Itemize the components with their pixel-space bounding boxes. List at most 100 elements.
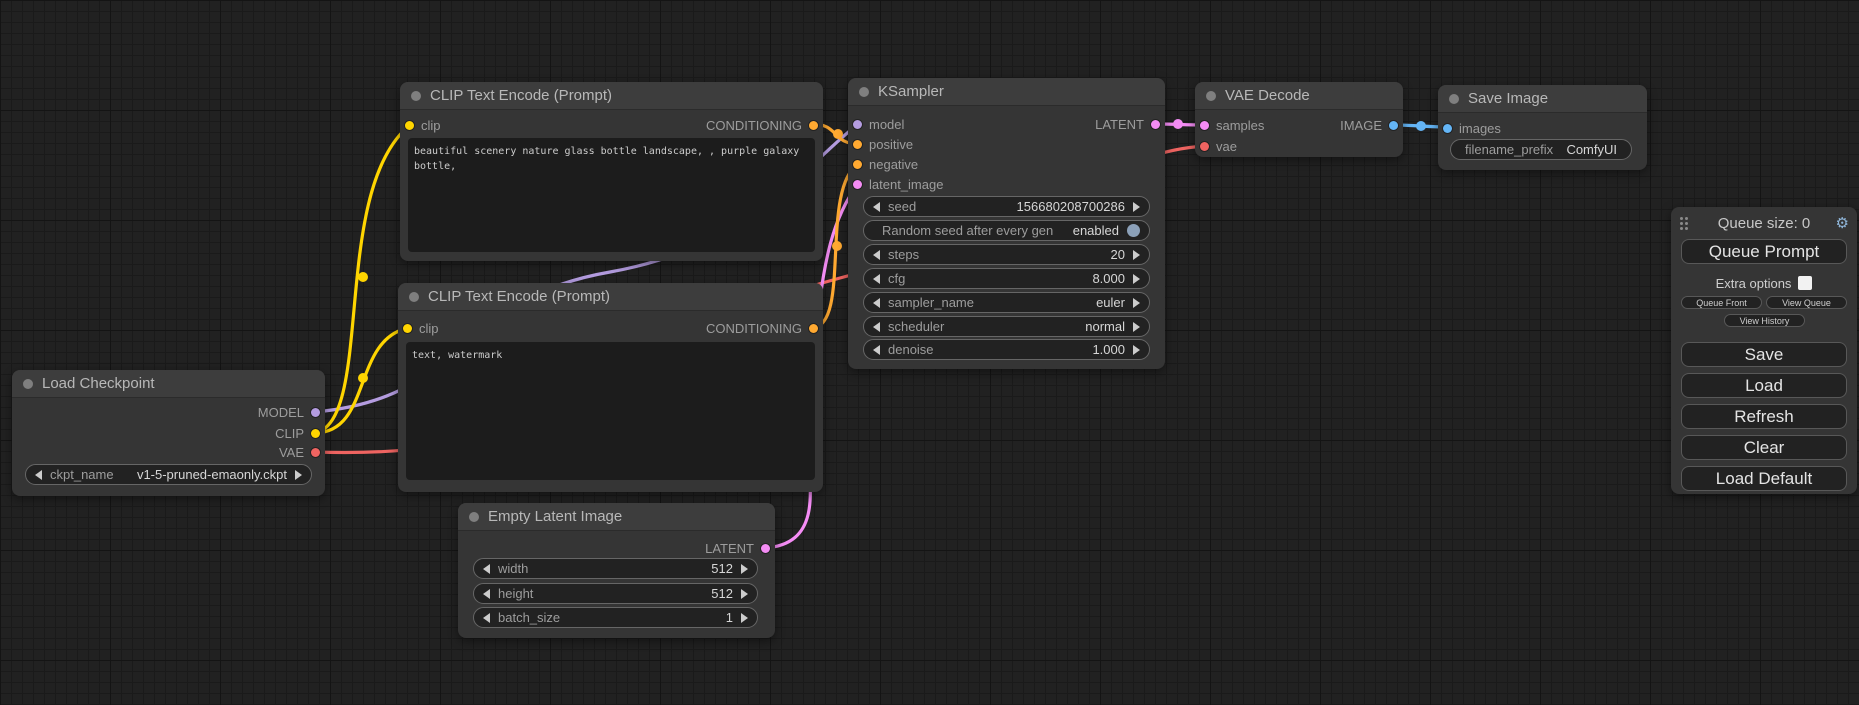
- random-seed-toggle-widget[interactable]: Random seed after every gen enabled: [863, 220, 1150, 241]
- input-model[interactable]: model: [853, 115, 904, 133]
- image-port-icon[interactable]: [1389, 121, 1398, 130]
- prev-value-arrow-icon[interactable]: [873, 298, 880, 308]
- view-queue-button[interactable]: View Queue: [1766, 296, 1847, 309]
- next-value-arrow-icon[interactable]: [1133, 298, 1140, 308]
- collapse-dot-icon[interactable]: [1449, 94, 1459, 104]
- decrement-arrow-icon[interactable]: [483, 589, 490, 599]
- scheduler-widget[interactable]: scheduler normal: [863, 316, 1150, 337]
- conditioning-port-icon[interactable]: [853, 160, 862, 169]
- denoise-widget[interactable]: denoise 1.000: [863, 339, 1150, 360]
- clip-port-icon[interactable]: [405, 121, 414, 130]
- clip-port-icon[interactable]: [403, 324, 412, 333]
- seed-widget[interactable]: seed 156680208700286: [863, 196, 1150, 217]
- next-value-arrow-icon[interactable]: [1133, 322, 1140, 332]
- steps-widget[interactable]: steps 20: [863, 244, 1150, 265]
- increment-arrow-icon[interactable]: [1133, 202, 1140, 212]
- node-vae-decode[interactable]: VAE Decode samples vae IMAGE: [1195, 82, 1403, 157]
- node-title-bar[interactable]: Load Checkpoint: [12, 370, 325, 398]
- graph-canvas[interactable]: Load Checkpoint MODEL CLIP VAE ckpt_name…: [0, 0, 1859, 705]
- node-load-checkpoint[interactable]: Load Checkpoint MODEL CLIP VAE ckpt_name…: [12, 370, 325, 496]
- input-images[interactable]: images: [1443, 119, 1501, 137]
- latent-port-icon[interactable]: [1151, 120, 1160, 129]
- node-title-bar[interactable]: CLIP Text Encode (Prompt): [398, 283, 823, 311]
- width-widget[interactable]: width 512: [473, 558, 758, 579]
- decrement-arrow-icon[interactable]: [483, 564, 490, 574]
- output-latent[interactable]: LATENT: [1095, 115, 1160, 133]
- load-button[interactable]: Load: [1681, 373, 1847, 398]
- decrement-arrow-icon[interactable]: [483, 613, 490, 623]
- decrement-arrow-icon[interactable]: [873, 250, 880, 260]
- node-title-bar[interactable]: Empty Latent Image: [458, 503, 775, 531]
- height-widget[interactable]: height 512: [473, 583, 758, 604]
- drag-handle-icon[interactable]: [1680, 217, 1688, 230]
- model-port-icon[interactable]: [853, 120, 862, 129]
- node-ksampler[interactable]: KSampler model positive negative latent_…: [848, 78, 1165, 369]
- prompt-textarea[interactable]: beautiful scenery nature glass bottle la…: [408, 138, 815, 252]
- input-positive[interactable]: positive: [853, 135, 913, 153]
- node-empty-latent-image[interactable]: Empty Latent Image LATENT width 512 heig…: [458, 503, 775, 638]
- model-port-icon[interactable]: [311, 408, 320, 417]
- input-vae[interactable]: vae: [1200, 137, 1237, 155]
- input-samples[interactable]: samples: [1200, 116, 1264, 134]
- output-model[interactable]: MODEL: [258, 403, 320, 421]
- next-value-arrow-icon[interactable]: [295, 470, 302, 480]
- output-clip[interactable]: CLIP: [275, 424, 320, 442]
- ckpt-name-widget[interactable]: ckpt_name v1-5-pruned-emaonly.ckpt: [25, 464, 312, 485]
- refresh-button[interactable]: Refresh: [1681, 404, 1847, 429]
- decrement-arrow-icon[interactable]: [873, 202, 880, 212]
- node-title-bar[interactable]: VAE Decode: [1195, 82, 1403, 110]
- image-port-icon[interactable]: [1443, 124, 1452, 133]
- collapse-dot-icon[interactable]: [409, 292, 419, 302]
- extra-options-checkbox[interactable]: [1798, 276, 1812, 290]
- increment-arrow-icon[interactable]: [741, 564, 748, 574]
- queue-menu-panel[interactable]: Queue size: 0 ⚙ Queue Prompt Extra optio…: [1671, 207, 1857, 494]
- output-vae[interactable]: VAE: [279, 443, 320, 461]
- collapse-dot-icon[interactable]: [859, 87, 869, 97]
- conditioning-port-icon[interactable]: [809, 121, 818, 130]
- prev-value-arrow-icon[interactable]: [873, 322, 880, 332]
- input-negative[interactable]: negative: [853, 155, 918, 173]
- settings-gear-icon[interactable]: ⚙: [1836, 214, 1849, 232]
- latent-port-icon[interactable]: [761, 544, 770, 553]
- collapse-dot-icon[interactable]: [1206, 91, 1216, 101]
- output-image[interactable]: IMAGE: [1340, 116, 1398, 134]
- increment-arrow-icon[interactable]: [741, 589, 748, 599]
- node-title-bar[interactable]: Save Image: [1438, 85, 1647, 113]
- save-button[interactable]: Save: [1681, 342, 1847, 367]
- toggle-knob-icon[interactable]: [1127, 224, 1140, 237]
- view-history-button[interactable]: View History: [1724, 314, 1805, 327]
- cfg-widget[interactable]: cfg 8.000: [863, 268, 1150, 289]
- increment-arrow-icon[interactable]: [1133, 250, 1140, 260]
- conditioning-port-icon[interactable]: [853, 140, 862, 149]
- load-default-button[interactable]: Load Default: [1681, 466, 1847, 491]
- node-clip-text-encode-positive[interactable]: CLIP Text Encode (Prompt) clip CONDITION…: [400, 82, 823, 261]
- node-save-image[interactable]: Save Image images filename_prefix ComfyU…: [1438, 85, 1647, 170]
- output-conditioning[interactable]: CONDITIONING: [706, 319, 818, 337]
- sampler-name-widget[interactable]: sampler_name euler: [863, 292, 1150, 313]
- node-clip-text-encode-negative[interactable]: CLIP Text Encode (Prompt) clip CONDITION…: [398, 283, 823, 492]
- output-latent[interactable]: LATENT: [705, 539, 770, 557]
- latent-port-icon[interactable]: [1200, 121, 1209, 130]
- increment-arrow-icon[interactable]: [1133, 274, 1140, 284]
- node-title-bar[interactable]: CLIP Text Encode (Prompt): [400, 82, 823, 110]
- collapse-dot-icon[interactable]: [23, 379, 33, 389]
- collapse-dot-icon[interactable]: [469, 512, 479, 522]
- latent-port-icon[interactable]: [853, 180, 862, 189]
- decrement-arrow-icon[interactable]: [873, 345, 880, 355]
- batch-size-widget[interactable]: batch_size 1: [473, 607, 758, 628]
- prev-value-arrow-icon[interactable]: [35, 470, 42, 480]
- collapse-dot-icon[interactable]: [411, 91, 421, 101]
- output-conditioning[interactable]: CONDITIONING: [706, 116, 818, 134]
- filename-prefix-widget[interactable]: filename_prefix ComfyUI: [1450, 139, 1632, 160]
- vae-port-icon[interactable]: [1200, 142, 1209, 151]
- decrement-arrow-icon[interactable]: [873, 274, 880, 284]
- vae-port-icon[interactable]: [311, 448, 320, 457]
- input-clip[interactable]: clip: [405, 116, 441, 134]
- increment-arrow-icon[interactable]: [741, 613, 748, 623]
- queue-front-button[interactable]: Queue Front: [1681, 296, 1762, 309]
- clear-button[interactable]: Clear: [1681, 435, 1847, 460]
- prompt-textarea[interactable]: text, watermark: [406, 342, 815, 480]
- conditioning-port-icon[interactable]: [809, 324, 818, 333]
- input-clip[interactable]: clip: [403, 319, 439, 337]
- increment-arrow-icon[interactable]: [1133, 345, 1140, 355]
